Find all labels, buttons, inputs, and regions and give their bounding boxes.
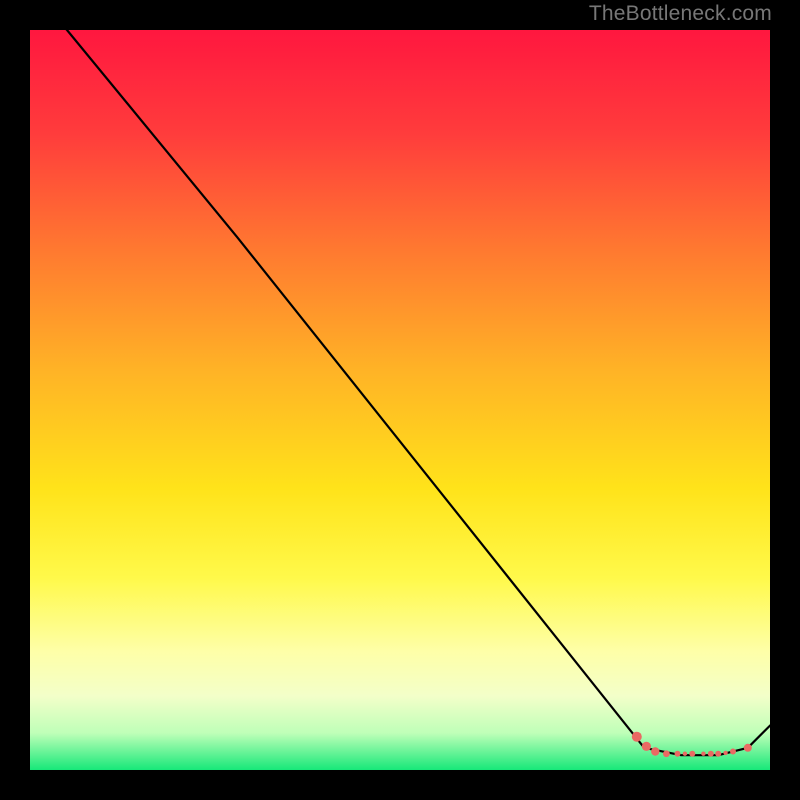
marker-dot: [708, 751, 714, 757]
marker-dot: [744, 744, 752, 752]
marker-dot: [651, 747, 659, 755]
chart-frame: TheBottleneck.com: [0, 0, 800, 800]
watermark-text: TheBottleneck.com: [589, 2, 772, 26]
marker-dot: [701, 752, 705, 756]
marker-dot: [675, 751, 681, 757]
gradient-background: [30, 30, 770, 770]
marker-dot: [683, 752, 687, 756]
marker-dot: [723, 751, 727, 755]
marker-dot: [632, 732, 642, 742]
chart-svg: [30, 30, 770, 770]
marker-dot: [689, 751, 695, 757]
marker-dot: [642, 742, 651, 751]
marker-dot: [730, 749, 736, 755]
plot-area: [30, 30, 770, 770]
marker-dot: [663, 750, 670, 757]
marker-dot: [715, 751, 721, 757]
